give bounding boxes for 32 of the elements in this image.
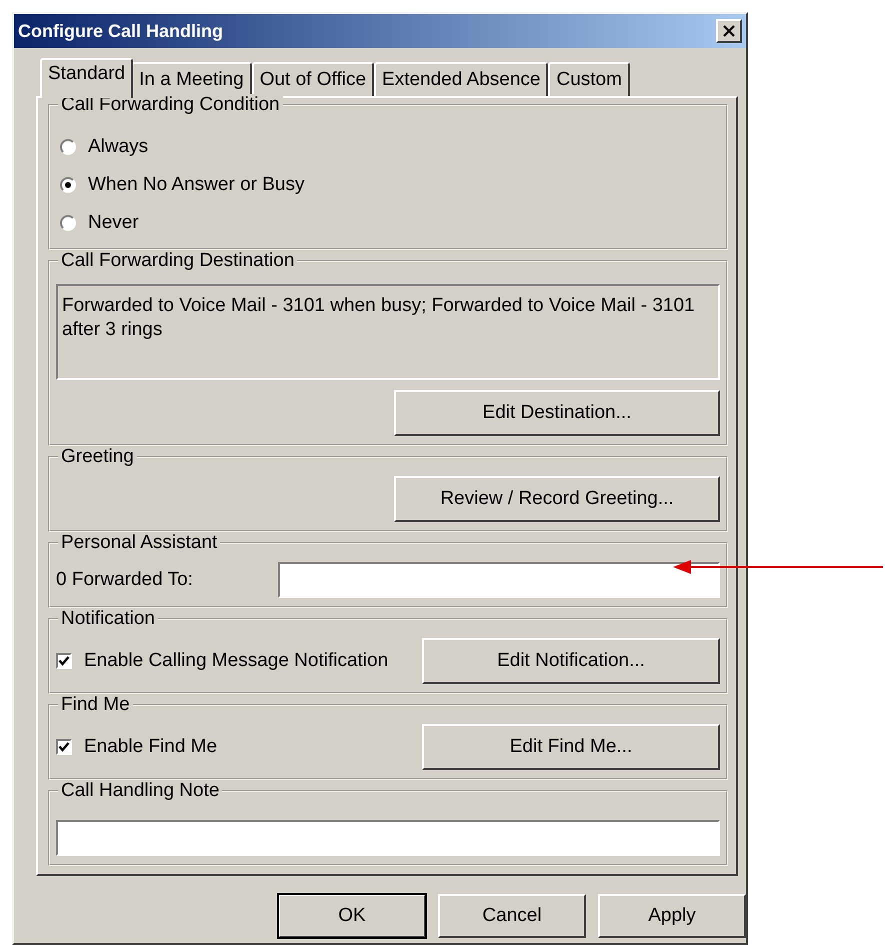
dialog-button[interactable]: Cancel bbox=[438, 894, 586, 938]
window-title: Configure Call Handling bbox=[18, 20, 223, 42]
group-title: Greeting bbox=[58, 446, 137, 468]
field-label: 0 Forwarded To: bbox=[56, 569, 193, 591]
close-button[interactable] bbox=[716, 19, 742, 43]
tab[interactable]: Extended Absence bbox=[374, 62, 548, 96]
checkbox-option[interactable]: Enable Find Me bbox=[56, 736, 218, 758]
note-field[interactable] bbox=[56, 820, 720, 856]
close-icon bbox=[722, 25, 736, 37]
radio-button[interactable] bbox=[60, 177, 76, 193]
radio-option[interactable]: Always bbox=[60, 136, 720, 158]
tab[interactable]: Custom bbox=[548, 62, 630, 96]
dialog-button[interactable]: OK bbox=[278, 894, 426, 938]
edit-button[interactable]: Edit Find Me... bbox=[422, 724, 720, 770]
group-title: Call Forwarding Destination bbox=[58, 250, 298, 272]
tab[interactable]: Standard bbox=[40, 58, 134, 98]
radio-button[interactable] bbox=[60, 139, 76, 155]
radio-option[interactable]: Never bbox=[60, 212, 720, 234]
dialog-button[interactable]: Apply bbox=[598, 894, 746, 938]
record-greeting-button[interactable]: Review / Record Greeting... bbox=[394, 476, 720, 522]
edit-destination-button[interactable]: Edit Destination... bbox=[394, 390, 720, 436]
checkbox[interactable] bbox=[56, 739, 72, 755]
radio-button[interactable] bbox=[60, 215, 76, 231]
radio-option[interactable]: When No Answer or Busy bbox=[60, 174, 720, 196]
edit-button[interactable]: Edit Notification... bbox=[422, 638, 720, 684]
tab[interactable]: In a Meeting bbox=[131, 62, 252, 96]
checkbox[interactable] bbox=[56, 653, 72, 669]
input-field[interactable] bbox=[278, 562, 720, 598]
group-title: Call Handling Note bbox=[58, 780, 222, 802]
tab[interactable]: Out of Office bbox=[252, 62, 374, 96]
checkbox-option[interactable]: Enable Calling Message Notification bbox=[56, 650, 388, 672]
destination-text: Forwarded to Voice Mail - 3101 when busy; Forwarded to Voice Mail - 3101 after 3 rings bbox=[56, 284, 720, 380]
